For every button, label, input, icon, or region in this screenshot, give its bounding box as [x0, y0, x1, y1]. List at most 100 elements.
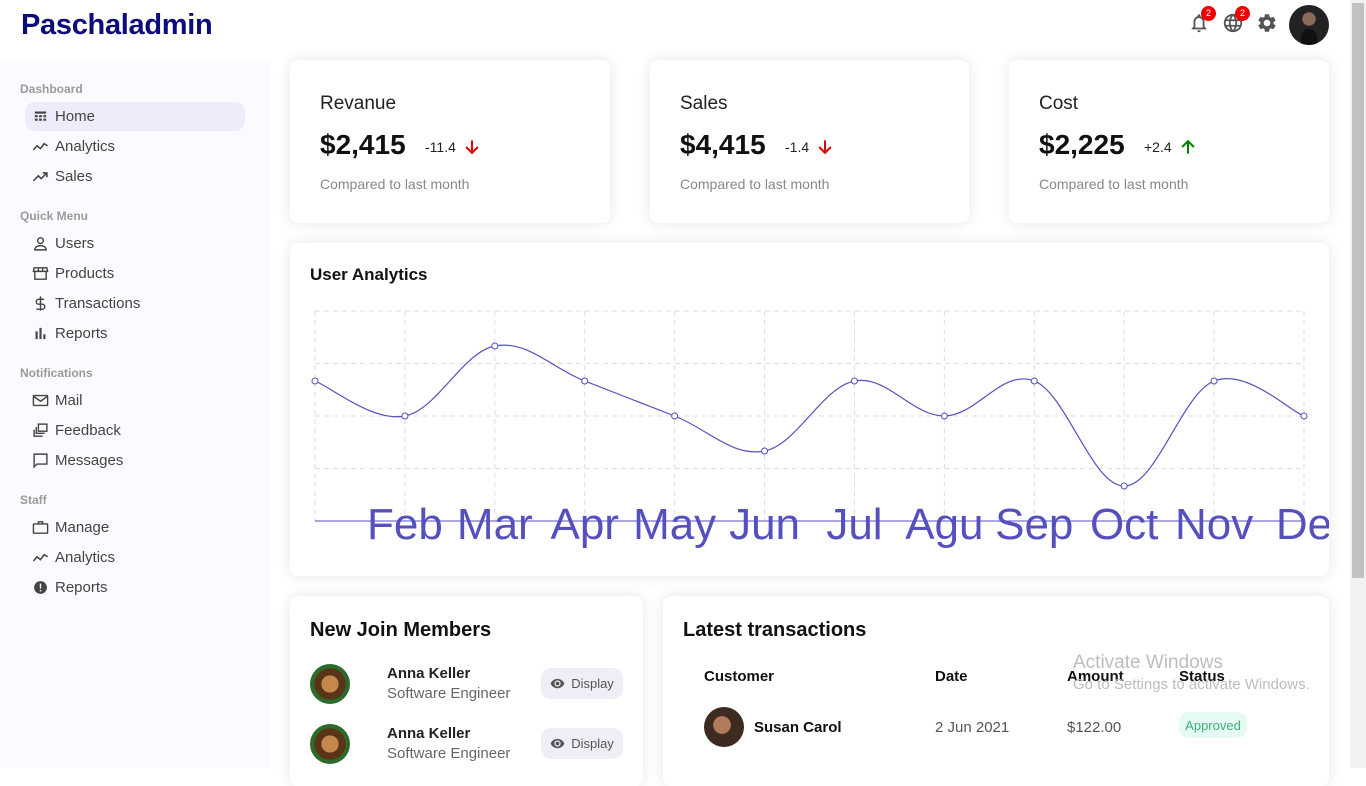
sidebar-item-transactions[interactable]: Transactions: [25, 289, 245, 318]
language-button[interactable]: 2: [1222, 6, 1250, 38]
list-item: Anna Keller Software Engineer Display: [310, 664, 623, 706]
activate-windows-subtitle: Go to Settings to activate Windows.: [1073, 676, 1310, 693]
data-point: [311, 377, 319, 385]
arrow-down-icon: [818, 140, 832, 155]
customer-avatar: [704, 707, 744, 747]
member-job: Software Engineer: [387, 745, 511, 762]
sidebar-item-reports[interactable]: Reports: [25, 319, 245, 348]
chat-bubble-icon: [31, 452, 49, 470]
sidebar-item-label: Messages: [55, 452, 124, 469]
new-members-card: New Join Members Anna Keller Software En…: [290, 596, 643, 786]
eye-icon: [550, 678, 565, 689]
member-avatar: [310, 664, 350, 704]
sidebar-item-feedback[interactable]: Feedback: [25, 416, 245, 445]
data-point: [1120, 482, 1128, 490]
member-job: Software Engineer: [387, 685, 511, 702]
sidebar-item-staff-analytics[interactable]: Analytics: [25, 543, 245, 572]
mail-icon: [31, 392, 49, 410]
arrow-down-icon: [465, 140, 479, 155]
user-analytics-chart: Feb Mar Apr May Jun Jul Agu Sep Oct Nov De: [311, 310, 1329, 549]
display-button[interactable]: Display: [541, 668, 623, 699]
sidebar-item-messages[interactable]: Messages: [25, 446, 245, 475]
sidebar-item-label: Analytics: [55, 138, 116, 155]
featured-title: Cost: [1039, 93, 1079, 114]
user-analytics-chart-card: User Analytics Feb Mar Apr May Jun Jul Agu Sep O…: [290, 243, 1329, 576]
data-point: [491, 342, 499, 350]
featured-rate: -11.4: [425, 137, 482, 157]
trending-up-icon: [31, 168, 49, 186]
x-tick-label: Jun: [729, 500, 800, 549]
sidebar-item-sales[interactable]: Sales: [25, 162, 245, 191]
featured-sub: Compared to last month: [680, 176, 830, 192]
timeline-icon: [31, 549, 49, 567]
sidebar-item-mail[interactable]: Mail: [25, 386, 245, 415]
timeline-icon: [31, 138, 49, 156]
data-point: [401, 412, 409, 420]
data-point: [671, 412, 679, 420]
settings-button[interactable]: [1256, 12, 1280, 36]
featured-rate-value: -1.4: [785, 139, 810, 155]
sidebar-item-analytics[interactable]: Analytics: [25, 132, 245, 161]
notifications-button[interactable]: 2: [1188, 6, 1216, 38]
sidebar-item-products[interactable]: Products: [25, 259, 245, 288]
sidebar-item-label: Sales: [55, 168, 93, 185]
featured-money: $4,415: [680, 129, 766, 160]
transaction-date: 2 Jun 2021: [935, 719, 1010, 736]
avatar[interactable]: [1289, 5, 1329, 45]
language-badge: 2: [1235, 6, 1250, 21]
member-name: Anna Keller: [387, 665, 471, 682]
featured-money: $2,415: [320, 129, 406, 160]
featured-sub: Compared to last month: [320, 176, 470, 192]
featured-rate-value: -11.4: [425, 139, 456, 155]
featured-title: Revanue: [320, 93, 397, 114]
sidebar-section-notifications: Notifications: [20, 366, 93, 380]
page-scrollbar[interactable]: [1350, 0, 1366, 768]
sidebar-item-label: Transactions: [55, 295, 141, 312]
status-badge[interactable]: Approved: [1179, 712, 1247, 738]
eye-icon: [550, 738, 565, 749]
arrow-up-icon: [1181, 139, 1195, 154]
data-point: [1030, 377, 1038, 385]
sidebar-item-label: Reports: [55, 325, 108, 342]
x-tick-label: Oct: [1090, 500, 1158, 549]
featured-sub: Compared to last month: [1039, 176, 1189, 192]
x-tick-label: Apr: [550, 500, 618, 549]
activate-windows-title: Activate Windows: [1073, 652, 1223, 673]
list-item: Anna Keller Software Engineer Display: [310, 724, 623, 766]
sidebar-item-label: Analytics: [55, 549, 116, 566]
sidebar-item-label: Users: [55, 235, 95, 252]
data-point: [581, 377, 589, 385]
featured-card-cost: Cost $2,225 +2.4 Compared to last month: [1009, 60, 1329, 223]
user-icon: [31, 235, 49, 253]
display-button[interactable]: Display: [541, 728, 623, 759]
transaction-amount: $122.00: [1067, 719, 1122, 736]
featured-card-sales: Sales $4,415 -1.4 Compared to last month: [650, 60, 969, 223]
data-point: [761, 447, 769, 455]
dynamic-feed-icon: [31, 422, 49, 440]
featured-rate: +2.4: [1144, 137, 1198, 157]
globe-icon: [1222, 13, 1244, 38]
sidebar-item-manage[interactable]: Manage: [25, 513, 245, 542]
report-icon: [31, 579, 49, 597]
topbar: Paschaladmin 2 2: [0, 0, 1350, 52]
display-button-label: Display: [571, 736, 614, 751]
customer-name: Susan Carol: [754, 719, 842, 736]
featured-card-revenue: Revanue $2,415 -11.4 Compared to last mo…: [290, 60, 610, 223]
featured-money: $2,225: [1039, 129, 1125, 160]
sidebar-item-label: Manage: [55, 519, 110, 536]
sidebar-item-label: Products: [55, 265, 115, 282]
scrollbar-thumb[interactable]: [1352, 3, 1364, 578]
logo[interactable]: Paschaladmin: [21, 9, 213, 42]
x-tick-label: Mar: [457, 500, 533, 549]
sidebar-item-users[interactable]: Users: [25, 229, 245, 258]
home-icon: [31, 108, 49, 126]
gear-icon: [1256, 14, 1278, 38]
bar-chart-icon: [31, 325, 49, 343]
transactions-title: Latest transactions: [683, 619, 867, 641]
sidebar-item-staff-reports[interactable]: Reports: [25, 573, 245, 602]
sidebar-item-home[interactable]: Home: [25, 102, 245, 131]
data-point: [1300, 412, 1308, 420]
data-point: [1210, 377, 1218, 385]
bell-icon: [1188, 14, 1210, 38]
member-avatar: [310, 724, 350, 764]
